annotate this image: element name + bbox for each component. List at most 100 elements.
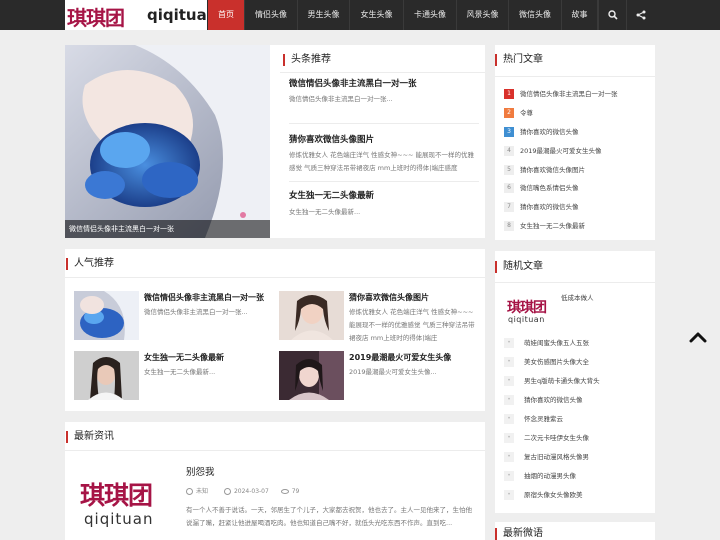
eye-icon	[280, 489, 289, 494]
headline-desc-1: 微信情侣头像非主流黑白一对一张...	[289, 95, 393, 103]
section-title-hot: 热门文章	[495, 54, 543, 66]
hot-item-2[interactable]: 2 令尊	[504, 107, 533, 119]
random-item-8[interactable]: • 抽烟的动漫男头像	[504, 470, 576, 482]
nav-item-story[interactable]: 故事	[562, 0, 598, 30]
popular-thumb-2[interactable]	[279, 291, 344, 340]
popular-desc-1: 微信情侣头像非主流黑白一对一张...	[144, 308, 248, 316]
hot-rank-badge: 8	[504, 221, 514, 231]
random-item-label: 抽烟的动漫男头像	[524, 472, 576, 480]
section-title-headline: 头条推荐	[283, 54, 331, 66]
headline-title-3[interactable]: 女生独一无二头像最新	[289, 189, 374, 201]
news-thumb-logo-cn: 琪琪团	[80, 481, 153, 510]
random-item-label: 复古旧动漫风格头像男	[524, 453, 589, 461]
site-logo[interactable]: 琪琪团 qiqituan	[65, 0, 217, 30]
news-thumb-logo-en: qiqituan	[84, 510, 154, 528]
hot-rank-badge: 2	[504, 108, 514, 118]
featured-caption: 微信情侣头像非主流黑白一对一张	[65, 220, 270, 238]
section-title-news: 最新资讯	[66, 431, 114, 443]
hot-item-6[interactable]: 6 微信嘴色系情侣头像	[504, 182, 579, 194]
popular-thumb-3[interactable]	[74, 351, 139, 400]
random-feature-title[interactable]: 低成本做人	[561, 292, 594, 304]
featured-image[interactable]: 微信情侣头像非主流黑白一对一张	[65, 45, 270, 238]
nav-item-cartoon[interactable]: 卡通头像	[404, 0, 457, 30]
bullet-icon: •	[504, 471, 514, 481]
random-item-6[interactable]: • 二次元卡哇伊女生头像	[504, 432, 589, 444]
hot-item-3[interactable]: 3 猜你喜欢的微信头像	[504, 126, 579, 138]
user-icon	[186, 488, 193, 495]
nav-item-wechat[interactable]: 微信头像	[509, 0, 562, 30]
section-title-weibo: 最新微语	[495, 528, 543, 540]
nav-item-couple[interactable]: 情侣头像	[245, 0, 298, 30]
random-item-label: 二次元卡哇伊女生头像	[524, 434, 589, 442]
popular-thumb-1[interactable]	[74, 291, 139, 340]
nav-item-girls[interactable]: 女生头像	[350, 0, 404, 30]
hot-rank-badge: 1	[504, 89, 514, 99]
popular-title-3[interactable]: 女生独一无二头像最新	[144, 352, 224, 363]
random-item-4[interactable]: • 猜你喜欢的微信头像	[504, 394, 583, 406]
hot-item-label: 令尊	[520, 109, 533, 117]
random-item-label: 怀念灵雅紫云	[524, 415, 563, 423]
logo-text-en: qiqituan	[147, 6, 218, 24]
bullet-icon: •	[504, 414, 514, 424]
random-item-3[interactable]: • 男生q版萌卡通头像大背头	[504, 375, 600, 387]
news-thumb[interactable]: 琪琪团 qiqituan	[74, 466, 174, 540]
hot-item-label: 女生独一无二头像最新	[520, 222, 585, 230]
bullet-icon: •	[504, 376, 514, 386]
hot-rank-badge: 4	[504, 146, 514, 156]
top-nav: 琪琪团 qiqituan 首页 情侣头像 男生头像 女生头像 卡通头像 风景头像…	[0, 0, 720, 30]
hot-item-8[interactable]: 8 女生独一无二头像最新	[504, 220, 585, 232]
section-title-popular: 人气推荐	[66, 258, 114, 270]
clock-icon	[223, 488, 231, 495]
nav-item-boys[interactable]: 男生头像	[298, 0, 350, 30]
news-title[interactable]: 别怨我	[186, 464, 215, 478]
bullet-icon: •	[504, 490, 514, 500]
hot-item-1[interactable]: 1 微信情侣头像非主流黑白一对一张	[504, 88, 618, 100]
random-item-1[interactable]: • 萌娃闺蜜头像五人五张	[504, 337, 589, 349]
section-title-random: 随机文章	[495, 261, 543, 273]
hot-item-label: 微信嘴色系情侣头像	[520, 184, 579, 192]
random-thumb-logo-cn: 琪琪团	[507, 300, 547, 316]
random-item-9[interactable]: • 原宿头像女头像欧美	[504, 489, 583, 501]
news-date: 2024-03-07	[233, 488, 269, 495]
hot-item-label: 微信情侣头像非主流黑白一对一张	[520, 90, 618, 98]
random-item-label: 美女伤感图片头像大全	[524, 358, 589, 366]
hot-item-label: 2019最潮最火可爱女生头像	[520, 147, 602, 155]
nav-item-scenery[interactable]: 风景头像	[457, 0, 509, 30]
news-author: 未知	[196, 488, 209, 495]
news-views: 79	[291, 488, 300, 495]
chevron-up-icon[interactable]	[689, 330, 707, 344]
headline-title-1[interactable]: 微信情侣头像非主流黑白一对一张	[289, 77, 417, 89]
nav-item-home[interactable]: 首页	[208, 0, 245, 30]
hot-item-4[interactable]: 4 2019最潮最火可爱女生头像	[504, 145, 602, 157]
popular-thumb-4[interactable]	[279, 351, 344, 400]
popular-title-1[interactable]: 微信情侣头像非主流黑白一对一张	[144, 292, 264, 303]
hot-rank-badge: 6	[504, 183, 514, 193]
popular-desc-3: 女生独一无二头像最新...	[144, 368, 216, 376]
search-icon[interactable]	[598, 0, 626, 30]
headline-desc-3: 女生独一无二头像最新...	[289, 208, 361, 216]
hot-item-label: 猜你喜欢的微信头像	[520, 203, 579, 211]
random-item-label: 萌娃闺蜜头像五人五张	[524, 339, 589, 347]
random-item-label: 男生q版萌卡通头像大背头	[524, 377, 600, 385]
bullet-icon: •	[504, 338, 514, 348]
news-meta: 未知 2024-03-07 79	[186, 486, 299, 495]
popular-title-2[interactable]: 猜你喜欢微信头像图片	[349, 292, 429, 303]
news-excerpt: 有一个人不善于说话。一天，邻居生了个儿子，大家都去祝贺，他也去了。主人一见他来了…	[186, 506, 472, 527]
random-item-7[interactable]: • 复古旧动漫风格头像男	[504, 451, 589, 463]
hot-item-7[interactable]: 7 猜你喜欢的微信头像	[504, 201, 579, 213]
popular-title-4[interactable]: 2019最潮最火可爱女生头像	[349, 352, 451, 363]
hot-rank-badge: 5	[504, 165, 514, 175]
hot-item-5[interactable]: 5 猜你喜欢微信头像图片	[504, 164, 585, 176]
bullet-icon: •	[504, 452, 514, 462]
share-icon[interactable]	[626, 0, 654, 30]
random-feature-thumb[interactable]: 琪琪团 qiqituan	[504, 294, 556, 328]
headline-title-2[interactable]: 猜你喜欢微信头像图片	[289, 133, 374, 145]
hot-rank-badge: 7	[504, 202, 514, 212]
random-item-label: 原宿头像女头像欧美	[524, 491, 583, 499]
random-item-5[interactable]: • 怀念灵雅紫云	[504, 413, 563, 425]
random-thumb-logo-en: qiqituan	[508, 315, 545, 324]
hot-item-label: 猜你喜欢微信头像图片	[520, 166, 585, 174]
random-item-2[interactable]: • 美女伤感图片头像大全	[504, 356, 589, 368]
bullet-icon: •	[504, 433, 514, 443]
bullet-icon: •	[504, 395, 514, 405]
